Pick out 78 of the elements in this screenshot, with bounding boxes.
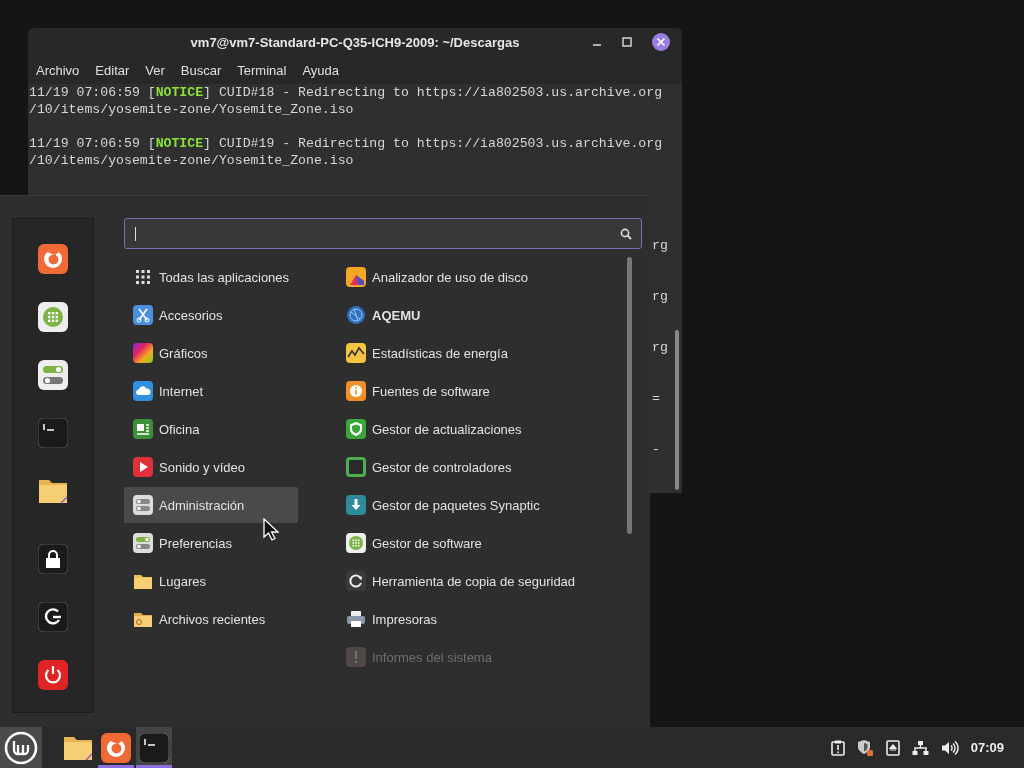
color-palette-icon	[133, 343, 153, 363]
application-item[interactable]: Herramienta de copia de seguridad	[346, 563, 616, 599]
application-item[interactable]: AQEMU	[346, 297, 616, 333]
menu-item[interactable]: Buscar	[180, 62, 229, 78]
log-fragment: rg	[652, 340, 668, 355]
pointer-cursor-icon	[263, 518, 281, 542]
scrollbar[interactable]	[675, 330, 679, 490]
toggles-icon	[133, 533, 153, 553]
menu-item[interactable]: Terminal	[237, 62, 294, 78]
application-item[interactable]: Estadísticas de energía	[346, 335, 616, 371]
volume-icon[interactable]	[940, 739, 959, 756]
play-icon	[133, 457, 153, 477]
category-item[interactable]: Oficina	[124, 411, 298, 447]
mint-logo-icon	[4, 730, 38, 765]
category-item[interactable]: Preferencias	[124, 525, 298, 561]
category-item[interactable]: Administración	[124, 487, 298, 523]
network-icon[interactable]	[911, 739, 929, 756]
menu-item[interactable]: Ayuda	[302, 62, 347, 78]
chip-icon	[346, 457, 366, 477]
log-line: /10/items/yosemite-zone/Yosemite_Zone.iso	[28, 152, 355, 169]
toggles-icon[interactable]	[38, 360, 68, 390]
power-icon[interactable]	[38, 660, 68, 690]
warning-icon	[346, 647, 366, 667]
shield-icon[interactable]	[856, 739, 874, 756]
log-fragment: rg	[652, 238, 668, 253]
eject-icon[interactable]	[885, 739, 900, 756]
close-icon[interactable]	[652, 33, 670, 51]
globe-icon	[346, 305, 366, 325]
category-item[interactable]: Gráficos	[124, 335, 298, 371]
lock-icon[interactable]	[38, 544, 68, 574]
log-fragment: =	[652, 391, 660, 406]
download-icon	[346, 495, 366, 515]
menu-item[interactable]: Ver	[145, 62, 172, 78]
document-icon	[133, 419, 153, 439]
grid-circle-icon	[346, 533, 366, 553]
cloud-icon	[133, 381, 153, 401]
clipboard-alert-icon[interactable]	[830, 739, 845, 756]
menu-item[interactable]: Editar	[95, 62, 137, 78]
category-item[interactable]: Lugares	[124, 563, 298, 599]
application-item[interactable]: Analizador de uso de disco	[346, 259, 616, 295]
application-item[interactable]: Gestor de controladores	[346, 449, 616, 485]
info-icon	[346, 381, 366, 401]
line-chart-icon	[346, 343, 366, 363]
menu-button[interactable]	[0, 727, 42, 768]
window-title: vm7@vm7-Standard-PC-Q35-ICH9-2009: ~/Descargas	[190, 34, 520, 50]
browser-icon[interactable]	[38, 244, 68, 274]
grid-icon	[133, 267, 153, 287]
log-fragment: rg	[652, 289, 668, 304]
shield-icon	[346, 419, 366, 439]
log-line: 11/19 07:06:59 [NOTICE] CUID#18 - Redirecting to https://ia802503.us.archive.org	[28, 84, 664, 101]
category-item[interactable]: Archivos recientes	[124, 601, 298, 637]
menu-item[interactable]: Archivo	[36, 62, 87, 78]
application-item[interactable]: Gestor de paquetes Synaptic	[346, 487, 616, 523]
pie-chart-icon	[346, 267, 366, 287]
scissors-icon	[133, 305, 153, 325]
toggles-icon	[133, 495, 153, 515]
clock[interactable]: 07:09	[970, 740, 1004, 755]
maximize-icon[interactable]	[622, 37, 632, 47]
category-item[interactable]: Sonido y vídeo	[124, 449, 298, 485]
search-field[interactable]	[124, 218, 642, 249]
logout-icon[interactable]	[38, 602, 68, 632]
log-fragment: -	[652, 442, 660, 457]
category-item[interactable]: Todas las aplicaciones	[124, 259, 298, 295]
printer-icon	[346, 609, 366, 629]
category-item[interactable]: Internet	[124, 373, 298, 409]
software-grid-icon[interactable]	[38, 302, 68, 332]
log-line: 11/19 07:06:59 [NOTICE] CUID#19 - Redirecting to https://ia802503.us.archive.org	[28, 135, 664, 152]
browser-icon	[101, 732, 131, 763]
application-item[interactable]: Fuentes de software	[346, 373, 616, 409]
terminal-icon	[139, 732, 169, 763]
application-item[interactable]: Impresoras	[346, 601, 616, 637]
terminal-icon[interactable]	[38, 418, 68, 448]
log-line: /10/items/yosemite-zone/Yosemite_Zone.iso	[28, 101, 355, 118]
application-item[interactable]: Gestor de actualizaciones	[346, 411, 616, 447]
scrollbar[interactable]	[627, 257, 632, 534]
application-item[interactable]: Gestor de software	[346, 525, 616, 561]
search-icon[interactable]	[620, 227, 632, 240]
category-item[interactable]: Accesorios	[124, 297, 298, 333]
